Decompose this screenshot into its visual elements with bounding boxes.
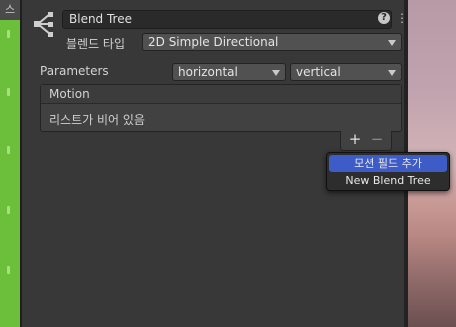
parameter-x-dropdown[interactable]: horizontal: [172, 63, 286, 81]
remove-motion-button[interactable]: −: [369, 130, 385, 148]
add-motion-button[interactable]: +: [347, 130, 363, 148]
motion-list: Motion 리스트가 비어 있음: [40, 84, 402, 132]
menu-item-new-blend-tree[interactable]: New Blend Tree: [329, 172, 447, 189]
blend-tree-name-field[interactable]: Blend Tree: [62, 10, 392, 29]
blend-tree-icon: [34, 12, 53, 37]
left-tab-glyph: 스: [0, 0, 20, 20]
kebab-menu-icon[interactable]: ⋮: [396, 11, 408, 25]
strip-marker: [7, 206, 10, 214]
blend-type-dropdown[interactable]: 2D Simple Directional: [142, 33, 402, 51]
dropdown-arrow-icon: [388, 70, 396, 76]
strip-marker: [7, 146, 10, 154]
parameter-y-value: vertical: [296, 65, 341, 79]
dropdown-arrow-icon: [388, 40, 396, 46]
left-window-strip: 스: [0, 0, 20, 327]
motion-list-footer: + −: [340, 130, 392, 151]
strip-marker: [7, 30, 10, 38]
strip-marker: [7, 266, 10, 274]
menu-item-add-motion-field[interactable]: 모션 필드 추가: [329, 155, 447, 172]
dropdown-arrow-icon: [272, 70, 280, 76]
blend-type-label: 블렌드 타입: [66, 37, 126, 51]
parameter-y-dropdown[interactable]: vertical: [290, 63, 402, 81]
strip-marker: [7, 88, 10, 96]
add-motion-context-menu: 모션 필드 추가 New Blend Tree: [326, 152, 450, 191]
parameters-label: Parameters: [40, 64, 109, 78]
help-icon[interactable]: ?: [378, 12, 390, 24]
motion-list-empty-text: 리스트가 비어 있음: [49, 113, 145, 127]
blend-type-value: 2D Simple Directional: [148, 35, 279, 49]
parameter-x-value: horizontal: [178, 65, 238, 79]
motion-list-header: Motion: [41, 85, 401, 104]
